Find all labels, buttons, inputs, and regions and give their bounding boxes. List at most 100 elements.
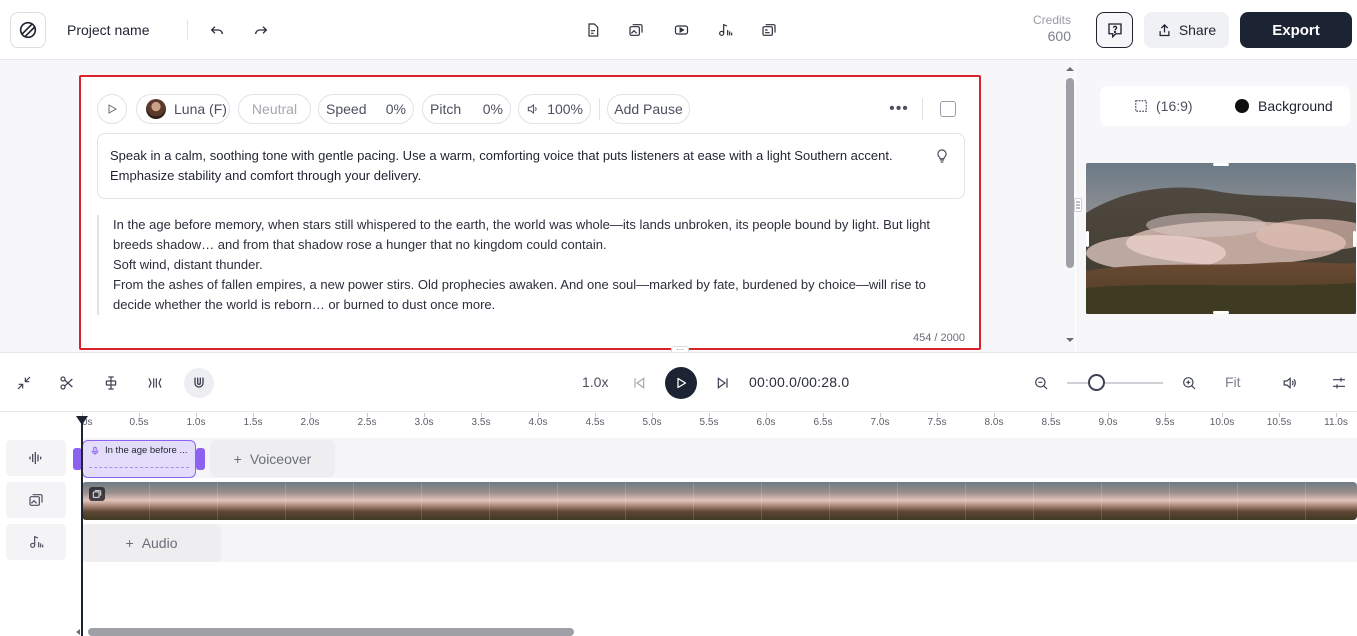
video-thumbnail-frame [966, 482, 1034, 520]
ruler-label: 8.0s [984, 417, 1004, 428]
timeline-ruler[interactable]: 0s 0.5s 1.0s 1.5s 2.0s 2.5s 3.0s 3.5s 4.0s 4.5s 5.… [0, 413, 1357, 437]
volume-icon[interactable] [1274, 368, 1304, 398]
video-icon[interactable] [667, 16, 695, 44]
background-button[interactable]: Background [1235, 98, 1333, 114]
volume-control[interactable]: 100% [518, 94, 591, 124]
video-thumbnail-frame [1238, 482, 1306, 520]
add-audio-button[interactable]: + Audio [82, 524, 221, 562]
voice-name: Luna (F) [174, 101, 227, 117]
divider [187, 20, 188, 40]
video-preview[interactable] [1086, 163, 1356, 314]
ruler-label: 5.0s [642, 417, 662, 428]
voice-avatar [146, 99, 166, 119]
more-options-icon[interactable]: ••• [889, 97, 909, 121]
app-logo-icon[interactable] [10, 12, 46, 48]
skip-back-icon[interactable] [624, 368, 654, 398]
playback-speed[interactable]: 1.0x [582, 374, 608, 390]
timeline-horizontal-scrollbar[interactable] [88, 628, 574, 636]
select-checkbox[interactable] [940, 101, 956, 117]
ruler-label: 9.5s [1155, 417, 1175, 428]
background-label: Background [1258, 98, 1333, 114]
voiceover-clip[interactable]: In the age before ... [82, 440, 196, 478]
video-clip[interactable] [82, 482, 1357, 520]
crop-handle[interactable] [1213, 163, 1229, 166]
preview-play-button[interactable] [97, 94, 127, 124]
magnet-snap-icon[interactable] [184, 368, 214, 398]
emotion-selector[interactable]: Neutral [238, 94, 311, 124]
share-button[interactable]: Share [1144, 12, 1229, 48]
help-button[interactable] [1096, 12, 1133, 48]
playhead[interactable] [81, 422, 83, 636]
video-track-icon [6, 482, 66, 518]
crop-handle[interactable] [1353, 231, 1356, 247]
voice-instruction-text: Speak in a calm, soothing tone with gent… [110, 148, 893, 183]
collapse-icon[interactable] [9, 368, 39, 398]
plus-icon: + [233, 450, 242, 467]
crop-handle[interactable] [1213, 311, 1229, 314]
clip-trim-handle-right[interactable] [196, 448, 205, 470]
emotion-label: Neutral [251, 101, 298, 117]
script-text-area[interactable]: In the age before memory, when stars sti… [97, 215, 965, 315]
crop-handle[interactable] [1086, 231, 1089, 247]
add-voiceover-label: Voiceover [249, 450, 312, 467]
play-icon [108, 104, 118, 114]
ruler-label: 4.5s [585, 417, 605, 428]
ruler-label: 2.0s [300, 417, 320, 428]
pitch-control[interactable]: Pitch 0% [422, 94, 511, 124]
ruler-label: 8.5s [1041, 417, 1061, 428]
timecode: 00:00.0/00:28.0 [749, 374, 850, 390]
settings-sliders-icon[interactable] [1324, 368, 1354, 398]
zoom-slider[interactable] [1067, 382, 1163, 384]
video-thumbnail-frame [830, 482, 898, 520]
speed-control[interactable]: Speed 0% [318, 94, 414, 124]
undo-icon[interactable] [203, 16, 231, 44]
divider [599, 98, 600, 120]
help-chat-icon [1107, 23, 1122, 39]
panel-resize-handle-icon[interactable] [1074, 198, 1082, 212]
zoom-out-icon[interactable] [1026, 368, 1056, 398]
video-thumbnail-frame [150, 482, 218, 520]
ruler-label: 7.0s [870, 417, 890, 428]
skip-forward-icon[interactable] [708, 368, 738, 398]
media-library-icon[interactable] [622, 16, 650, 44]
video-thumbnail-frame [490, 482, 558, 520]
fit-button[interactable]: Fit [1225, 374, 1241, 390]
redo-icon[interactable] [247, 16, 275, 44]
audio-track-icon [6, 524, 66, 560]
zoom-in-icon[interactable] [1174, 368, 1204, 398]
voice-selector[interactable]: Luna (F) [136, 94, 230, 124]
speed-label: Speed [326, 101, 367, 117]
microphone-icon [91, 446, 99, 455]
voice-instruction-box[interactable]: Speak in a calm, soothing tone with gent… [97, 133, 965, 199]
export-button[interactable]: Export [1240, 12, 1352, 48]
credits-value: 600 [1047, 28, 1071, 44]
lightbulb-icon[interactable] [934, 148, 950, 164]
script-line: Soft wind, distant thunder. [113, 257, 263, 272]
play-button[interactable] [665, 367, 697, 399]
top-bar: Project name Credits 600 Share Export [0, 0, 1357, 60]
aspect-ratio-icon [1135, 100, 1147, 112]
ruler-label: 1.5s [243, 417, 263, 428]
video-thumbnail-frame [1170, 482, 1238, 520]
audio-lane [82, 524, 1357, 562]
ruler-label: 0.5s [129, 417, 149, 428]
trim-icon[interactable] [140, 368, 170, 398]
split-icon[interactable] [96, 368, 126, 398]
pitch-label: Pitch [430, 101, 462, 117]
zoom-slider-thumb[interactable] [1088, 374, 1105, 391]
add-pause-button[interactable]: Add Pause [607, 94, 690, 124]
ruler-label: 7.5s [927, 417, 947, 428]
scissors-icon[interactable] [52, 368, 82, 398]
music-icon[interactable] [711, 16, 739, 44]
editor-scrollbar-thumb[interactable] [1066, 78, 1074, 268]
project-name[interactable]: Project name [67, 22, 149, 38]
ruler-label: 10.5s [1266, 417, 1292, 428]
aspect-ratio-button[interactable]: (16:9) [1134, 98, 1193, 114]
video-thumbnail-frame [218, 482, 286, 520]
subtitles-icon[interactable] [755, 16, 783, 44]
add-voiceover-button[interactable]: + Voiceover [210, 440, 335, 477]
script-line: In the age before memory, when stars sti… [113, 217, 931, 252]
video-thumbnail-frame [286, 482, 354, 520]
ruler-label: 6.0s [756, 417, 776, 428]
script-document-icon[interactable] [579, 16, 607, 44]
